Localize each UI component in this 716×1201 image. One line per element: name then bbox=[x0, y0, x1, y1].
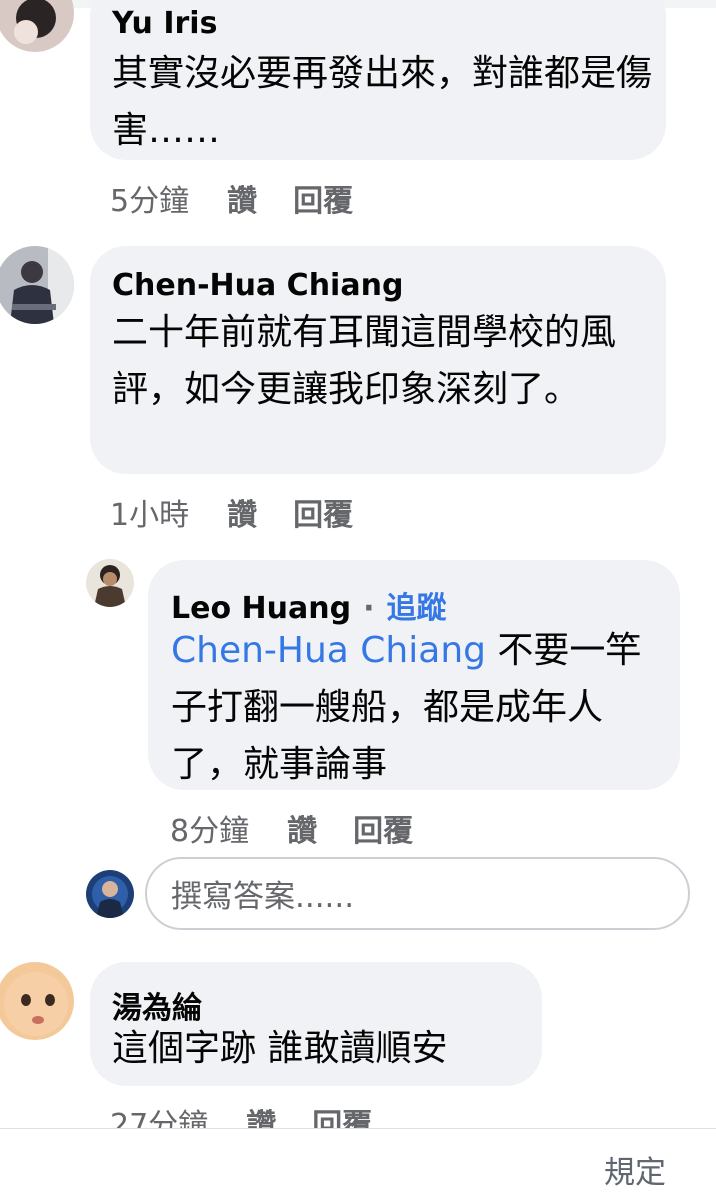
separator-dot: · bbox=[363, 591, 375, 626]
reply-header: Leo Huang · 追蹤 bbox=[171, 583, 446, 627]
comment-actions: 5分鐘 讚 回覆 bbox=[110, 176, 353, 220]
reply-button[interactable]: 回覆 bbox=[293, 176, 353, 220]
bottom-bar: 規定 bbox=[0, 1128, 716, 1201]
baby-avatar-icon bbox=[0, 962, 74, 1040]
avatar-leo-huang[interactable] bbox=[86, 559, 134, 607]
like-button[interactable]: 讚 bbox=[287, 806, 317, 850]
comment-actions: 1小時 讚 回覆 bbox=[110, 490, 353, 534]
reply-input[interactable]: 撰寫答案...... bbox=[145, 857, 690, 930]
reply-button[interactable]: 回覆 bbox=[293, 490, 353, 534]
reply-time[interactable]: 8分鐘 bbox=[170, 806, 249, 850]
comment-time[interactable]: 5分鐘 bbox=[110, 176, 189, 220]
mention-link[interactable]: Chen-Hua Chiang bbox=[171, 630, 486, 671]
reply-text: Chen-Hua Chiang 不要一竿子打翻一艘船，都是成年人了，就事論事 bbox=[171, 622, 663, 793]
reply-input-placeholder: 撰寫答案...... bbox=[171, 879, 355, 915]
avatar-yu-iris[interactable] bbox=[0, 0, 74, 52]
person-avatar-icon bbox=[0, 246, 74, 324]
comment-author[interactable]: Yu Iris bbox=[112, 6, 217, 41]
like-button[interactable]: 讚 bbox=[227, 176, 257, 220]
person-avatar-icon bbox=[86, 559, 134, 607]
rules-link[interactable]: 規定 bbox=[604, 1147, 666, 1192]
reply-author[interactable]: Leo Huang bbox=[171, 591, 351, 626]
comment-text: 其實沒必要再發出來，對誰都是傷害…… bbox=[112, 53, 653, 151]
avatar-chen-hua-chiang[interactable] bbox=[0, 246, 74, 324]
person-avatar-icon bbox=[0, 0, 74, 52]
avatar-tang-wei-lun[interactable] bbox=[0, 962, 74, 1040]
reply-button[interactable]: 回覆 bbox=[353, 806, 413, 850]
reply-actions: 8分鐘 讚 回覆 bbox=[170, 806, 413, 850]
follow-button[interactable]: 追蹤 bbox=[386, 583, 446, 627]
current-user-avatar bbox=[86, 870, 134, 918]
user-avatar-icon bbox=[86, 870, 134, 918]
comment-text: 這個字跡 誰敢讀順安 bbox=[112, 1028, 448, 1069]
comment-text: 二十年前就有耳聞這間學校的風評，如今更讓我印象深刻了。 bbox=[112, 312, 617, 410]
like-button[interactable]: 讚 bbox=[227, 490, 257, 534]
comment-time[interactable]: 1小時 bbox=[110, 490, 189, 534]
comment-author[interactable]: Chen-Hua Chiang bbox=[112, 268, 403, 303]
